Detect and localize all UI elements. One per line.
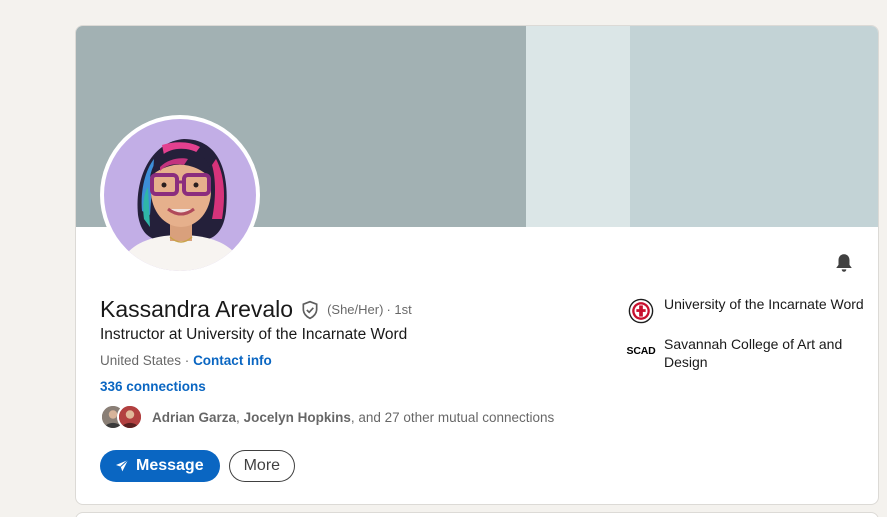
scad-logo: SCAD <box>626 345 656 357</box>
contact-info-link[interactable]: Contact info <box>193 353 272 368</box>
verified-shield-icon[interactable] <box>300 300 320 320</box>
uiw-seal-icon <box>625 295 657 327</box>
education-item[interactable]: SCAD Savannah College of Art and Design <box>625 335 865 371</box>
name-row: Kassandra Arevalo (She/Her) · 1st <box>100 296 412 323</box>
education-name: University of the Incarnate Word <box>664 296 864 312</box>
connections-link[interactable]: 336 connections <box>100 379 206 394</box>
pronouns: (She/Her) <box>327 302 384 317</box>
profile-name: Kassandra Arevalo <box>100 296 294 322</box>
mutual-avatar <box>117 404 143 430</box>
profile-location: United States · <box>100 353 190 368</box>
connection-degree: · 1st <box>386 302 412 317</box>
send-icon <box>116 459 129 472</box>
location-row: United States · Contact info <box>100 353 272 368</box>
bell-icon[interactable] <box>833 252 855 274</box>
mutual-name: Adrian Garza <box>152 409 237 425</box>
banner-band <box>526 26 630 227</box>
next-card <box>75 512 879 517</box>
profile-actions: Message More <box>100 450 296 482</box>
profile-photo <box>104 119 256 271</box>
profile-avatar[interactable] <box>100 115 260 275</box>
mutual-connections[interactable]: Adrian Garza, Jocelyn Hopkins, and 27 ot… <box>100 404 554 430</box>
education-list: University of the Incarnate Word SCAD Sa… <box>625 295 865 379</box>
message-button[interactable]: Message <box>100 450 220 482</box>
more-button[interactable]: More <box>228 450 296 482</box>
education-item[interactable]: University of the Incarnate Word <box>625 295 865 327</box>
mutual-avatars <box>100 404 146 430</box>
profile-card: Kassandra Arevalo (She/Her) · 1st Instru… <box>75 25 879 505</box>
mutual-name: Jocelyn Hopkins <box>243 409 351 425</box>
message-button-label: Message <box>136 457 204 474</box>
mutual-connections-text: Adrian Garza, Jocelyn Hopkins, and 27 ot… <box>152 409 555 425</box>
profile-headline: Instructor at University of the Incarnat… <box>100 326 408 343</box>
education-name: Savannah College of Art and Design <box>664 336 843 370</box>
